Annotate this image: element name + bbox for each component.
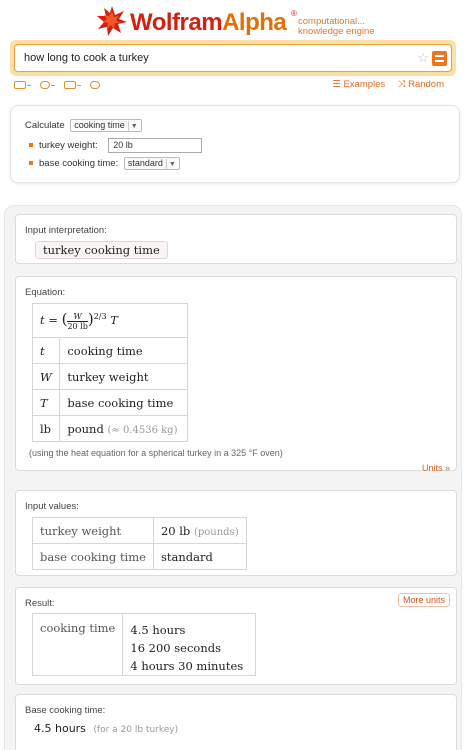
result-value-hours: 4.5 hours bbox=[130, 623, 186, 637]
random-label: Random bbox=[408, 79, 444, 90]
pod-base-cooking-time: Base cooking time: 4.5 hours (for a 20 l… bbox=[15, 694, 457, 750]
input-values-table: turkey weight 20 lb (pounds) base cookin… bbox=[32, 517, 247, 570]
base-time-value-text: 4.5 hours bbox=[34, 722, 86, 735]
symbol-cell: W bbox=[31, 363, 61, 390]
pod-result: Result: More units cooking time 4.5 hour… bbox=[15, 587, 457, 685]
value-label-cell: turkey weight bbox=[32, 517, 154, 544]
logo-wordmark: WolframAlpha bbox=[130, 9, 287, 37]
pod-title: Base cooking time: bbox=[25, 705, 106, 716]
extended-keyboard-icon[interactable] bbox=[90, 81, 101, 90]
star-icon[interactable]: ☆ bbox=[417, 50, 429, 66]
pod-title: Input interpretation: bbox=[25, 225, 107, 236]
formula-lhs: t = bbox=[40, 313, 58, 328]
results-container: Input interpretation: turkey cooking tim… bbox=[4, 205, 462, 750]
wolframalpha-logo[interactable]: WolframAlpha ® computational... knowledg… bbox=[96, 5, 396, 41]
keyboard-icon[interactable] bbox=[14, 81, 26, 90]
base-time-note: (for a 20 lb turkey) bbox=[93, 725, 179, 735]
conversion-note: (≈ 0.4536 kg) bbox=[107, 424, 178, 436]
pod-input-values: Input values: turkey weight 20 lb (pound… bbox=[15, 490, 457, 576]
result-value-hours-minutes: 4 hours 30 minutes bbox=[130, 659, 244, 673]
weight-input[interactable]: 20 lb bbox=[108, 138, 203, 153]
value-label-cell: base cooking time bbox=[32, 543, 154, 570]
result-table: cooking time 4.5 hours 16 200 seconds 4 … bbox=[31, 613, 257, 676]
search-input[interactable] bbox=[15, 45, 405, 71]
value-cell: 20 lb (pounds) bbox=[152, 517, 247, 544]
calculate-value: cooking time bbox=[74, 120, 125, 130]
equals-icon[interactable] bbox=[432, 51, 447, 66]
examples-link[interactable]: ☰ Examples bbox=[332, 79, 385, 90]
examples-label: Examples bbox=[343, 79, 386, 90]
bullet-icon bbox=[29, 143, 33, 148]
description-cell: base cooking time bbox=[59, 389, 188, 416]
base-time-row: base cooking time: standard ▼ bbox=[29, 157, 180, 170]
tagline-line2: knowledge engine bbox=[298, 26, 375, 37]
chevron-down-icon: ▼ bbox=[165, 159, 176, 170]
result-value-cell: 4.5 hours 16 200 seconds 4 hours 30 minu… bbox=[122, 613, 257, 676]
result-label-cell: cooking time bbox=[31, 613, 124, 676]
table-row: T base cooking time bbox=[31, 389, 188, 416]
symbol-cell: T bbox=[31, 389, 61, 416]
pod-input-interpretation: Input interpretation: turkey cooking tim… bbox=[15, 214, 457, 264]
value-cell: standard bbox=[152, 543, 247, 570]
base-time-result: 4.5 hours (for a 20 lb turkey) bbox=[34, 722, 178, 735]
unit-text: (pounds) bbox=[193, 526, 239, 538]
calculate-label: Calculate bbox=[25, 120, 65, 131]
symbol-cell: lb bbox=[31, 415, 61, 442]
spikey-logo-icon bbox=[97, 6, 127, 36]
header-links: ☰ Examples ⤨ Random bbox=[322, 79, 444, 90]
data-input-icon[interactable] bbox=[64, 81, 77, 90]
description-cell: turkey weight bbox=[59, 363, 188, 390]
pod-title: Result: bbox=[25, 598, 55, 609]
formula-numerator: W bbox=[67, 312, 88, 322]
formula-exponent: 2/3 bbox=[93, 312, 107, 322]
result-value-seconds: 16 200 seconds bbox=[130, 641, 222, 655]
base-time-select[interactable]: standard ▼ bbox=[123, 157, 180, 170]
logo-word-alpha: Alpha bbox=[222, 9, 287, 36]
assumptions-panel: Calculate cooking time ▼ turkey weight: 2… bbox=[10, 105, 460, 183]
description-text: pound bbox=[67, 421, 104, 436]
weight-row: turkey weight: 20 lb bbox=[29, 138, 203, 153]
logo-tagline: computational... knowledge engine bbox=[298, 17, 375, 37]
table-row: cooking time 4.5 hours 16 200 seconds 4 … bbox=[31, 613, 257, 676]
input-interpretation-value: turkey cooking time bbox=[35, 241, 168, 259]
pod-equation: Equation: t = (W 20 lb)2/3 T t cooking ti… bbox=[15, 276, 457, 473]
table-row: turkey weight 20 lb (pounds) bbox=[32, 517, 247, 544]
trademark-icon: ® bbox=[291, 9, 297, 18]
table-row: base cooking time standard bbox=[32, 543, 247, 570]
input-mode-toolbar bbox=[14, 79, 107, 93]
calculate-row: Calculate cooking time ▼ bbox=[25, 119, 142, 132]
pod-title: Input values: bbox=[25, 501, 79, 512]
calculate-select[interactable]: cooking time ▼ bbox=[70, 119, 142, 132]
chevron-down-icon: ▼ bbox=[127, 121, 138, 132]
table-row: lb pound (≈ 0.4536 kg) bbox=[31, 415, 188, 442]
equation-note: (using the heat equation for a spherical… bbox=[29, 448, 283, 458]
base-time-value: standard bbox=[127, 158, 163, 168]
description-cell: pound (≈ 0.4536 kg) bbox=[59, 415, 188, 442]
equation-table: t = (W 20 lb)2/3 T t cooking time W turke… bbox=[31, 303, 188, 442]
symbol-cell: t bbox=[31, 337, 61, 364]
equation-formula: t = (W 20 lb)2/3 T bbox=[32, 303, 188, 338]
formula-rhs: T bbox=[110, 313, 118, 328]
logo-word-wolfram: Wolfram bbox=[130, 9, 223, 36]
description-cell: cooking time bbox=[59, 337, 188, 364]
base-time-label: base cooking time: bbox=[39, 158, 119, 169]
table-row: t cooking time bbox=[31, 337, 188, 364]
value-text: 20 lb bbox=[160, 523, 191, 538]
formula-denominator: 20 lb bbox=[67, 321, 88, 331]
search-bar: ☆ bbox=[10, 40, 456, 76]
pod-title: Equation: bbox=[25, 287, 66, 298]
weight-label: turkey weight: bbox=[39, 140, 98, 151]
random-link[interactable]: ⤨ Random bbox=[398, 79, 444, 90]
more-units-button[interactable]: More units bbox=[397, 593, 450, 607]
bullet-icon bbox=[29, 161, 33, 166]
search-box: ☆ bbox=[14, 44, 452, 72]
units-link[interactable]: Units » bbox=[422, 463, 450, 473]
camera-icon[interactable] bbox=[40, 81, 51, 90]
table-row: W turkey weight bbox=[31, 363, 188, 390]
